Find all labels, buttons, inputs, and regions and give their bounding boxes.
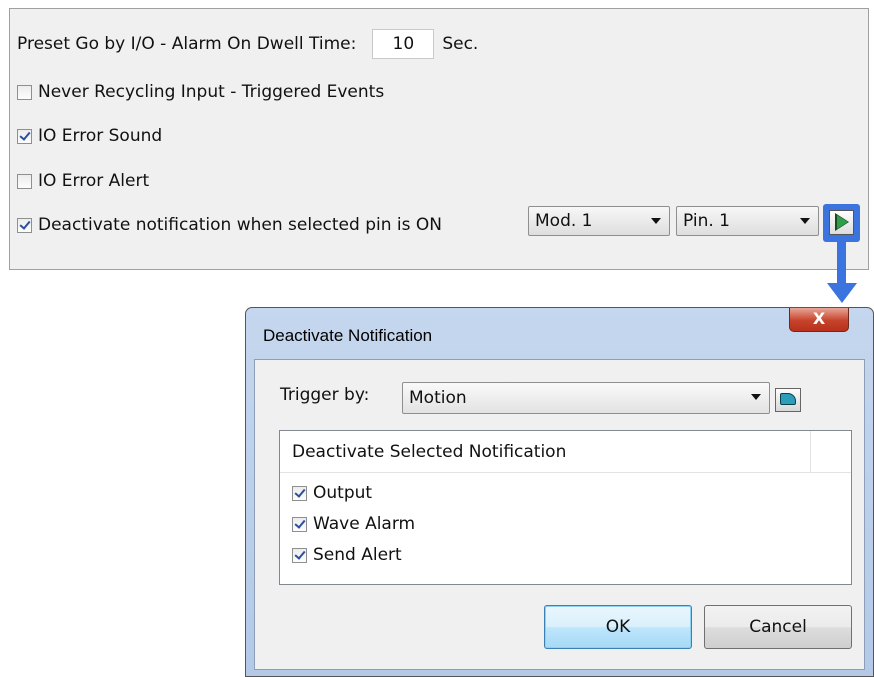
pin-select-value: Pin. 1	[683, 211, 730, 231]
list-header: Deactivate Selected Notification	[280, 431, 851, 473]
notification-list: Deactivate Selected Notification Output …	[279, 430, 852, 585]
trigger-by-select[interactable]: Motion	[402, 382, 770, 414]
wave-alarm-checkbox[interactable]	[292, 516, 307, 532]
deactivate-notification-row[interactable]: Deactivate notification when selected pi…	[17, 211, 442, 239]
play-button[interactable]	[829, 210, 854, 235]
callout-arrow-line	[837, 242, 846, 284]
chevron-down-icon	[651, 218, 661, 224]
dwell-time-row: Preset Go by I/O - Alarm On Dwell Time: …	[17, 29, 479, 59]
close-button[interactable]: X	[789, 308, 849, 332]
chevron-down-icon	[800, 218, 810, 224]
chevron-down-icon	[751, 394, 761, 400]
pointing-hand-button[interactable]	[775, 388, 801, 412]
trigger-by-value: Motion	[409, 388, 467, 408]
list-item[interactable]: Output	[292, 480, 372, 506]
dwell-time-label: Preset Go by I/O - Alarm On Dwell Time:	[17, 34, 357, 54]
ok-button[interactable]: OK	[544, 605, 692, 649]
list-header-label: Deactivate Selected Notification	[292, 442, 567, 462]
wave-alarm-label: Wave Alarm	[313, 514, 416, 534]
output-checkbox[interactable]	[292, 485, 307, 501]
list-item[interactable]: Wave Alarm	[292, 511, 415, 537]
io-error-sound-checkbox[interactable]	[17, 128, 32, 144]
callout-arrow-head	[827, 283, 857, 303]
send-alert-label: Send Alert	[313, 545, 402, 565]
dwell-time-unit: Sec.	[442, 34, 479, 54]
never-recycling-row[interactable]: Never Recycling Input - Triggered Events	[17, 78, 384, 106]
module-select-value: Mod. 1	[535, 211, 593, 231]
pointing-hand-icon	[780, 393, 796, 405]
io-error-alert-label: IO Error Alert	[38, 171, 150, 191]
never-recycling-label: Never Recycling Input - Triggered Events	[38, 82, 385, 102]
cancel-button[interactable]: Cancel	[704, 605, 852, 649]
trigger-by-label: Trigger by:	[280, 385, 370, 405]
dwell-time-input[interactable]: 10	[372, 29, 435, 59]
deactivate-notification-checkbox[interactable]	[17, 217, 32, 233]
deactivate-notification-label: Deactivate notification when selected pi…	[38, 215, 442, 235]
io-error-sound-row[interactable]: IO Error Sound	[17, 122, 162, 150]
output-label: Output	[313, 483, 373, 503]
module-select[interactable]: Mod. 1	[528, 206, 670, 236]
io-error-alert-row[interactable]: IO Error Alert	[17, 167, 149, 195]
never-recycling-checkbox[interactable]	[17, 84, 32, 100]
play-button-highlight	[823, 204, 860, 242]
pin-select[interactable]: Pin. 1	[676, 206, 819, 236]
dialog-title: Deactivate Notification	[263, 326, 433, 345]
io-error-sound-label: IO Error Sound	[38, 126, 163, 146]
send-alert-checkbox[interactable]	[292, 547, 307, 563]
list-item[interactable]: Send Alert	[292, 542, 402, 568]
io-error-alert-checkbox[interactable]	[17, 173, 32, 189]
